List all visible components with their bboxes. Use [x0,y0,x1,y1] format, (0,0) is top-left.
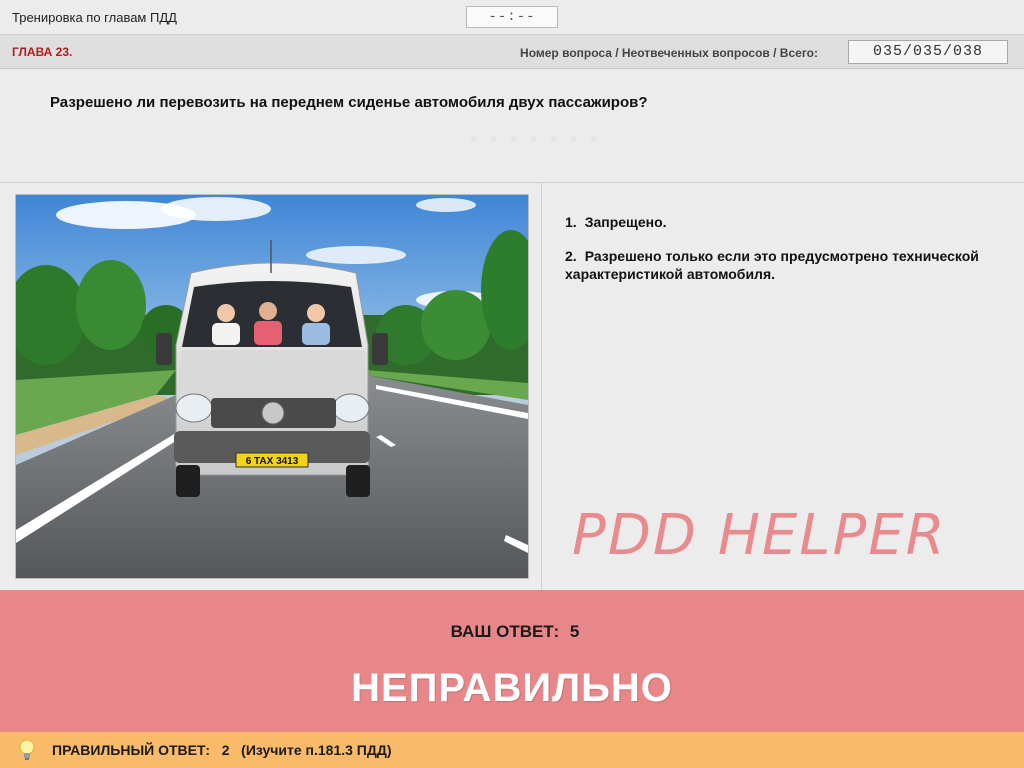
license-plate: 6 TAX 3413 [246,456,299,467]
your-answer-value: 5 [569,622,580,641]
answer-text: Разрешено только если это предусмотрено … [565,248,979,282]
verdict-text: НЕПРАВИЛЬНО [351,666,673,710]
question-image: 6 TAX 3413 [15,194,529,579]
your-answer: ВАШ ОТВЕТ: 5 [0,622,1024,642]
answer-number: 1. [565,214,577,230]
question-area: . . . . . . . Разрешено ли перевозить на… [0,69,1024,183]
answer-number: 2. [565,248,577,264]
result-banner: ВАШ ОТВЕТ: 5 НЕПРАВИЛЬНО [0,590,1024,732]
watermark-logo: PDD HELPER [572,503,947,568]
title-bar: Тренировка по главам ПДД --:-- [0,0,1024,35]
answer-option-1[interactable]: 1. Запрещено. [565,213,995,231]
app-title: Тренировка по главам ПДД [12,10,177,25]
answer-text: Запрещено. [584,214,667,230]
timer-display: --:-- [466,6,558,28]
chapter-label: ГЛАВА 23. [12,45,73,59]
question-text: Разрешено ли перевозить на переднем сиде… [50,94,648,111]
question-content: 6 TAX 3413 1. Запрещено. 2. Разрешено толь… [0,183,1024,590]
chapter-bar: ГЛАВА 23. Номер вопроса / Неотвеченных в… [0,35,1024,69]
answer-option-2[interactable]: 2. Разрешено только если это предусмотрен… [565,247,995,283]
question-counter: 035/035/038 [848,40,1008,64]
correct-answer-text: ПРАВИЛЬНЫЙ ОТВЕТ: 2 (Изучите п.181.3 ПДД… [52,742,392,758]
image-panel: 6 TAX 3413 [0,183,542,590]
correct-answer-bar: ПРАВИЛЬНЫЙ ОТВЕТ: 2 (Изучите п.181.3 ПДД… [0,732,1024,768]
answer-list: 1. Запрещено. 2. Разрешено только если это… [565,213,995,299]
lightbulb-icon [19,739,35,760]
minibus-illustration: 6 TAX 3413 [16,195,528,578]
question-counter-label: Номер вопроса / Неотвеченных вопросов / … [520,46,818,60]
background-ghost-text: . . . . . . . [467,109,603,150]
your-answer-label: ВАШ ОТВЕТ: [450,622,560,641]
